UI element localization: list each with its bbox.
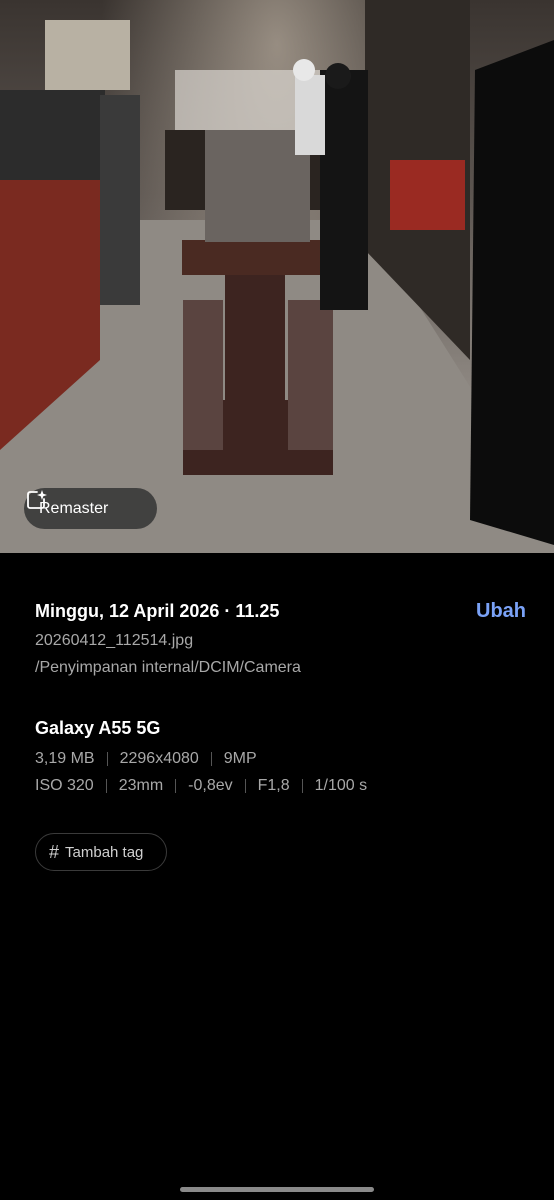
resolution: 2296x4080: [119, 750, 199, 767]
home-indicator[interactable]: [180, 1187, 374, 1192]
divider: [105, 779, 107, 793]
add-tag-button[interactable]: # Tambah tag: [35, 833, 167, 871]
divider: [106, 752, 108, 766]
date-row: Minggu, 12 April 2026 · 11.25 Ubah: [35, 600, 526, 623]
add-tag-label: Tambah tag: [65, 843, 144, 861]
exposure-value: -0,8ev: [188, 777, 233, 794]
edit-button[interactable]: Ubah: [476, 600, 526, 623]
iso: ISO 320: [35, 777, 94, 794]
hash-icon: #: [49, 841, 60, 862]
device-name: Galaxy A55 5G: [35, 718, 161, 738]
file-name: 20260412_112514.jpg: [35, 632, 194, 649]
megapixels: 9MP: [223, 750, 257, 767]
shutter-speed: 1/100 s: [314, 777, 368, 794]
divider: [210, 752, 212, 766]
divider: [301, 779, 303, 793]
remaster-button[interactable]: Remaster: [24, 488, 157, 529]
focal-length: 23mm: [118, 777, 164, 794]
file-size: 3,19 MB: [35, 750, 95, 767]
divider: [244, 779, 246, 793]
photo-image: [0, 0, 554, 553]
camera-info-row: ISO 320 23mm -0,8ev F1,8 1/100 s: [35, 777, 526, 795]
date-time: Minggu, 12 April 2026 · 11.25: [35, 601, 280, 621]
file-info-row: 3,19 MB 2296x4080 9MP: [35, 750, 526, 768]
aperture: F1,8: [257, 777, 290, 794]
divider: [175, 779, 177, 793]
remaster-label: Remaster: [39, 499, 109, 517]
file-path: /Penyimpanan internal/DCIM/Camera: [35, 659, 301, 676]
sparkle-image-icon: [27, 490, 47, 509]
photo-preview[interactable]: Remaster: [0, 0, 554, 553]
